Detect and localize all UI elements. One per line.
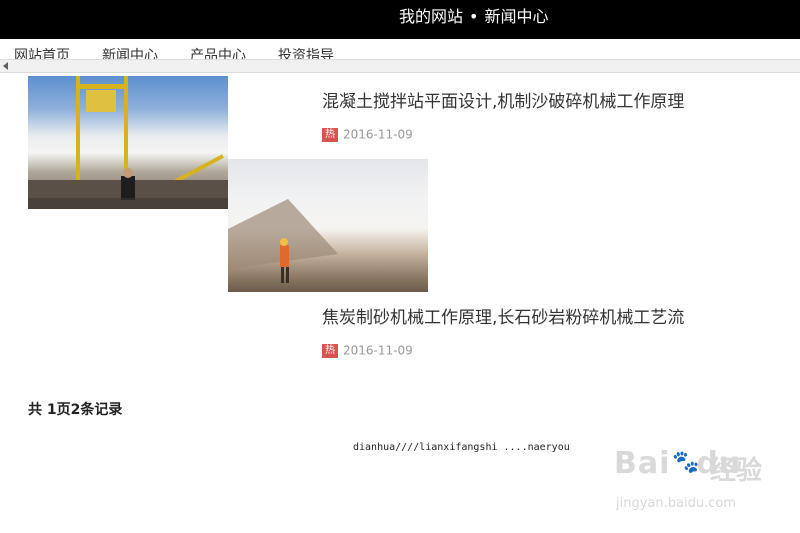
footer-text: dianhua////lianxifangshi ....naeryou: [353, 442, 570, 453]
paw-icon: 🐾: [672, 450, 700, 475]
quarry-photo-placeholder: [228, 199, 338, 283]
site-header: 我的网站 • 新闻中心: [0, 0, 800, 39]
horizontal-scrollbar[interactable]: [0, 59, 800, 73]
watermark-cn: 经验: [710, 456, 763, 486]
nav-item-investment[interactable]: 投资指导: [278, 45, 334, 59]
article-meta: 热 2016-11-09: [322, 127, 413, 142]
hot-badge: 热: [322, 343, 338, 358]
current-section[interactable]: 新闻中心: [484, 7, 548, 26]
article-date: 2016-11-09: [343, 127, 413, 142]
nav-item-products[interactable]: 产品中心: [190, 45, 246, 59]
nav-item-home[interactable]: 网站首页: [14, 45, 70, 59]
baidu-watermark: Bai du 🐾 经验 jingyan.baidu.com: [614, 446, 789, 516]
scroll-left-icon[interactable]: [3, 62, 8, 70]
main-nav: 网站首页 新闻中心 产品中心 投资指导: [0, 39, 800, 59]
article-title[interactable]: 混凝土搅拌站平面设计,机制沙破碎机械工作原理: [322, 87, 684, 112]
watermark-url: jingyan.baidu.com: [616, 496, 736, 511]
nav-item-news[interactable]: 新闻中心: [102, 45, 158, 59]
article-meta: 热 2016-11-09: [322, 343, 413, 358]
plant-photo-placeholder: [28, 76, 228, 209]
article-title[interactable]: 焦炭制砂机械工作原理,长石砂岩粉碎机械工艺流: [322, 303, 684, 328]
breadcrumb-separator: •: [469, 7, 479, 26]
article-thumbnail[interactable]: [28, 76, 228, 209]
article-date: 2016-11-09: [343, 343, 413, 358]
breadcrumb: 我的网站 • 新闻中心: [399, 6, 548, 28]
site-name-link[interactable]: 我的网站: [399, 7, 463, 26]
hot-badge: 热: [322, 127, 338, 142]
article-thumbnail[interactable]: [228, 159, 428, 292]
pagination-summary: 共 1页2条记录: [28, 402, 123, 418]
